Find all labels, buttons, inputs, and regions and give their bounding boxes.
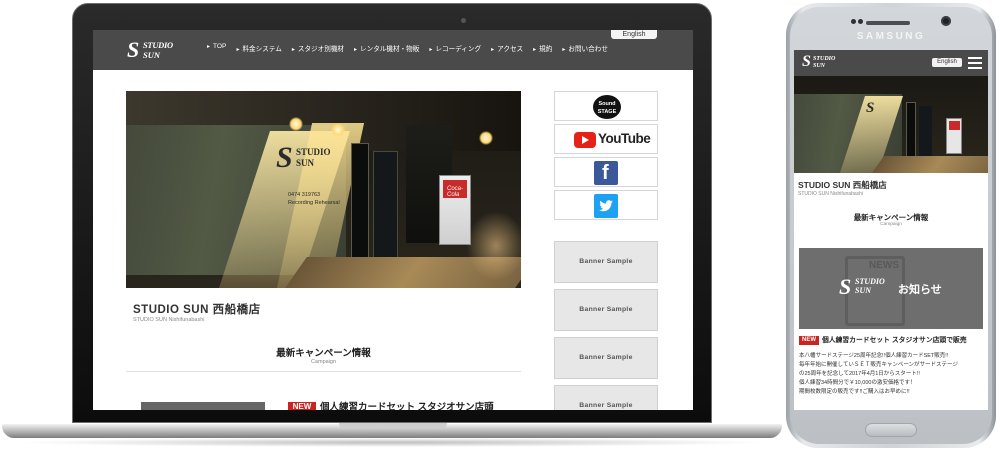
vending-machine xyxy=(946,118,962,154)
site-header: English S STUDIO SUN TOP 料金システム スタジオ別機材 … xyxy=(93,30,693,70)
mobile-logo[interactable]: S STUDIO SUN xyxy=(802,53,846,72)
sign-phone: 0474 319763 Recording Rehearsal xyxy=(288,192,340,206)
news-title-link[interactable]: 個人練習カードセット スタジオサン店頭 xyxy=(320,402,494,410)
mobile-new-badge: NEW xyxy=(799,336,819,345)
twitter-link[interactable] xyxy=(554,190,658,220)
wall-lamp xyxy=(479,131,493,145)
banner-1[interactable]: Banner Sample xyxy=(554,241,658,283)
mobile-header: S STUDIO SUN English xyxy=(794,50,988,76)
news-image-caption: お知らせ xyxy=(898,284,942,296)
earpiece xyxy=(866,21,910,25)
news-thumbnail[interactable] xyxy=(141,402,265,410)
nav-contact[interactable]: お問い合わせ xyxy=(562,43,608,53)
wall-lamp xyxy=(289,117,303,131)
mobile-news-body: 本八幡サードステージ25周年記念!!個人練習カードSET販売!! 毎年年始に開催… xyxy=(799,352,987,397)
laptop-notch xyxy=(339,423,447,429)
logo-mark: S xyxy=(127,37,140,62)
logo-mark: S xyxy=(802,53,811,70)
sound-stage-link[interactable]: Sound STAGE xyxy=(554,91,658,121)
front-camera xyxy=(941,16,951,26)
sensor xyxy=(851,19,856,24)
news-body-line: 期間枚数限定の販売です!!ご購入はお早めに!! xyxy=(799,389,910,395)
news-image[interactable]: NEWS S STUDIO SUN お知らせ xyxy=(799,248,983,329)
nav-access[interactable]: アクセス xyxy=(491,43,523,53)
banner-3[interactable]: Banner Sample xyxy=(554,337,658,379)
news-logo-text: STUDIO SUN xyxy=(855,277,885,295)
new-badge: NEW xyxy=(288,402,316,410)
storefront-sign: S xyxy=(866,100,875,116)
facebook-link[interactable]: f xyxy=(554,157,658,187)
mobile-store-subtitle: STUDIO SUN Nishifunabashi xyxy=(798,191,864,197)
storefront-sign: S STUDIO SUN 0474 319763 Recording Rehears… xyxy=(276,141,340,217)
storefront-photo: S STUDIO SUN 0474 319763 Recording Rehears… xyxy=(126,91,521,288)
phone-brand: SAMSUNG xyxy=(856,31,926,42)
banner-4[interactable]: Banner Sample xyxy=(554,385,658,410)
section-divider xyxy=(126,371,521,372)
banner-2[interactable]: Banner Sample xyxy=(554,289,658,331)
home-button[interactable] xyxy=(865,423,917,437)
site-logo[interactable]: S STUDIO SUN xyxy=(127,38,183,62)
store-subtitle: STUDIO SUN Nishifunabashi xyxy=(133,317,205,323)
webcam xyxy=(461,18,466,23)
news-body-line: 毎年年始に開催していＳＥＴ販売キャンペーンがサードステージ xyxy=(799,362,958,368)
campaign-section-subtitle: Campaign xyxy=(310,359,337,365)
logo-line1: STUDIO xyxy=(143,40,173,50)
logo-line2: SUN xyxy=(143,50,161,60)
nav-studio-equipment[interactable]: スタジオ別機材 xyxy=(292,43,344,53)
news-logo-mark: S xyxy=(839,274,852,299)
mobile-campaign-subtitle: Campaign xyxy=(880,222,902,227)
mobile-news-headline[interactable]: 個人練習カードセット スタジオサン店頭で販売 xyxy=(822,336,967,345)
mobile-storefront-photo: S xyxy=(794,76,988,173)
laptop-mockup: English S STUDIO SUN TOP 料金システム スタジオ別機材 … xyxy=(0,0,790,450)
logo-line2: SUN xyxy=(813,63,826,69)
youtube-play-icon xyxy=(574,132,596,148)
nav-top[interactable]: TOP xyxy=(207,43,226,53)
logo-line1: STUDIO xyxy=(813,56,836,62)
youtube-link[interactable]: YouTube xyxy=(554,124,658,154)
phone-screen: S STUDIO SUN English S STUDIO SUN 西船橋店 S… xyxy=(794,50,988,410)
youtube-label: YouTube xyxy=(598,131,651,146)
sign-mark: S xyxy=(276,141,293,174)
twitter-icon xyxy=(594,194,618,218)
door xyxy=(351,143,369,259)
main-nav: TOP 料金システム スタジオ別機材 レンタル機材・物販 レコーディング アクセ… xyxy=(207,43,618,53)
nav-terms[interactable]: 規約 xyxy=(533,43,552,53)
nav-recording[interactable]: レコーディング xyxy=(429,43,481,53)
phone-mockup: SAMSUNG S STUDIO SUN English S STUDIO SU… xyxy=(786,3,996,448)
campaign-section-title: 最新キャンペーン情報 xyxy=(276,348,371,359)
news-body-line: 本八幡サードステージ25周年記念!!個人練習カードSET販売!! xyxy=(799,353,949,359)
mobile-english-button[interactable]: English xyxy=(932,58,962,67)
store-name: STUDIO SUN 西船橋店 xyxy=(133,304,261,316)
sign-text: STUDIO SUN xyxy=(296,147,331,168)
nav-pricing[interactable]: 料金システム xyxy=(236,43,281,53)
facebook-icon: f xyxy=(594,161,618,185)
laptop-screen: English S STUDIO SUN TOP 料金システム スタジオ別機材 … xyxy=(93,30,693,410)
wall-lamp xyxy=(331,123,345,137)
sensor xyxy=(858,19,863,24)
news-body-line: の25周年を記念して2017年4月1日からスタート!! xyxy=(799,371,920,377)
mobile-store-name: STUDIO SUN 西船橋店 xyxy=(798,180,887,190)
door xyxy=(373,151,398,261)
sound-stage-logo: Sound STAGE xyxy=(593,95,621,119)
hamburger-menu-icon[interactable] xyxy=(968,57,982,69)
news-body-line: 個人練習34時間分で￥10,000の激安価格です！ xyxy=(799,380,916,386)
nav-rental[interactable]: レンタル機材・物販 xyxy=(354,43,419,53)
english-button[interactable]: English xyxy=(611,30,657,39)
